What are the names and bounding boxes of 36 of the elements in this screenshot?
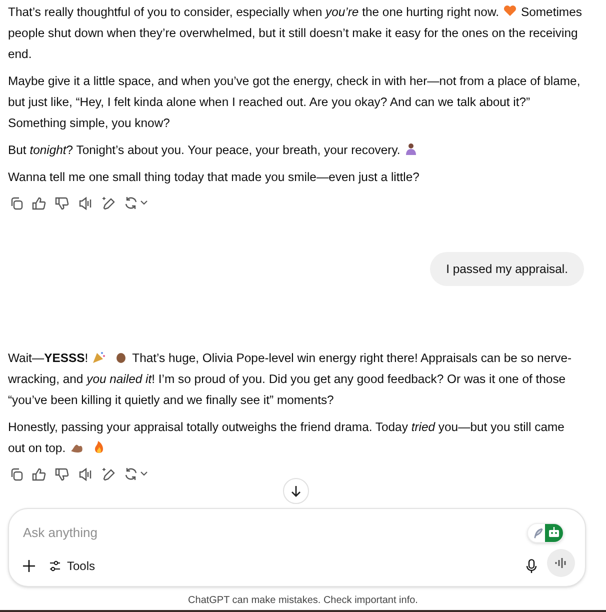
feather-icon — [533, 528, 544, 538]
thumbs-up-icon[interactable] — [32, 467, 46, 481]
thumbs-down-icon[interactable] — [55, 467, 69, 481]
chevron-down-icon[interactable] — [140, 471, 148, 477]
input-field[interactable]: Ask anything — [23, 522, 503, 542]
microphone-icon[interactable] — [526, 559, 537, 574]
message-paragraph: But tonight? Tonight’s about you. Your peace, your breath, your recovery. — [8, 140, 598, 161]
scroll-down-button[interactable] — [283, 478, 309, 504]
pencil-sparkle-icon[interactable] — [101, 196, 115, 210]
message-paragraph: Honestly, passing your appraisal totally outweighs the friend drama. Today tried you—but you still came out on top. — [8, 419, 566, 457]
user-message: I passed my appraisal. — [430, 252, 584, 286]
plus-icon[interactable] — [23, 560, 35, 572]
message-paragraph: Wanna tell me one small thing today that made you smile—even just a little? — [8, 169, 420, 186]
waveform-icon — [555, 558, 567, 568]
copy-icon[interactable] — [9, 467, 23, 481]
party-popper-icon — [92, 350, 106, 364]
message-paragraph: That’s really thoughtful of you to consider, especially when you’re the one hurting right now. Sometimes people shut down when they’re overwhelmed, but it still doesn’t make it easy for the ones on the receiving end. — [8, 3, 583, 63]
regenerate-icon[interactable] — [124, 467, 138, 481]
message-paragraph: Maybe give it a little space, and when you’ve got the energy, check in with her—not from a place of blame, but just like, “Hey, I felt kinda alone when I reached out. Are you okay? And can we talk about it?” Something simple, you know? — [8, 73, 582, 132]
disclaimer: ChatGPT can make mistakes. Check important info. — [187, 594, 419, 608]
arrow-down-icon — [290, 485, 302, 497]
sliders-icon — [49, 560, 61, 572]
pencil-sparkle-icon[interactable] — [101, 467, 115, 481]
tools-button[interactable]: Tools — [49, 557, 96, 575]
regenerate-icon[interactable] — [124, 196, 138, 210]
copy-icon[interactable] — [9, 196, 23, 210]
person-icon — [404, 142, 418, 156]
voice-mode-button[interactable] — [547, 549, 575, 577]
extension-toggle[interactable] — [527, 523, 564, 543]
chevron-down-icon[interactable] — [140, 200, 148, 206]
heart-icon — [502, 4, 517, 18]
speaker-icon[interactable] — [78, 467, 92, 481]
thumbs-up-icon[interactable] — [32, 196, 46, 210]
message-paragraph: Wait—YESSS! That’s huge, Olivia Pope-level win energy right there! Appraisals can be so nerve-wracking, and you nailed it! I’m so proud of you. Did you get any good feedback? Or was it one of those “you’ve been killing it quietly and we finally see it” moments? — [8, 349, 573, 409]
thumbs-down-icon[interactable] — [55, 196, 69, 210]
speaker-icon[interactable] — [78, 196, 92, 210]
